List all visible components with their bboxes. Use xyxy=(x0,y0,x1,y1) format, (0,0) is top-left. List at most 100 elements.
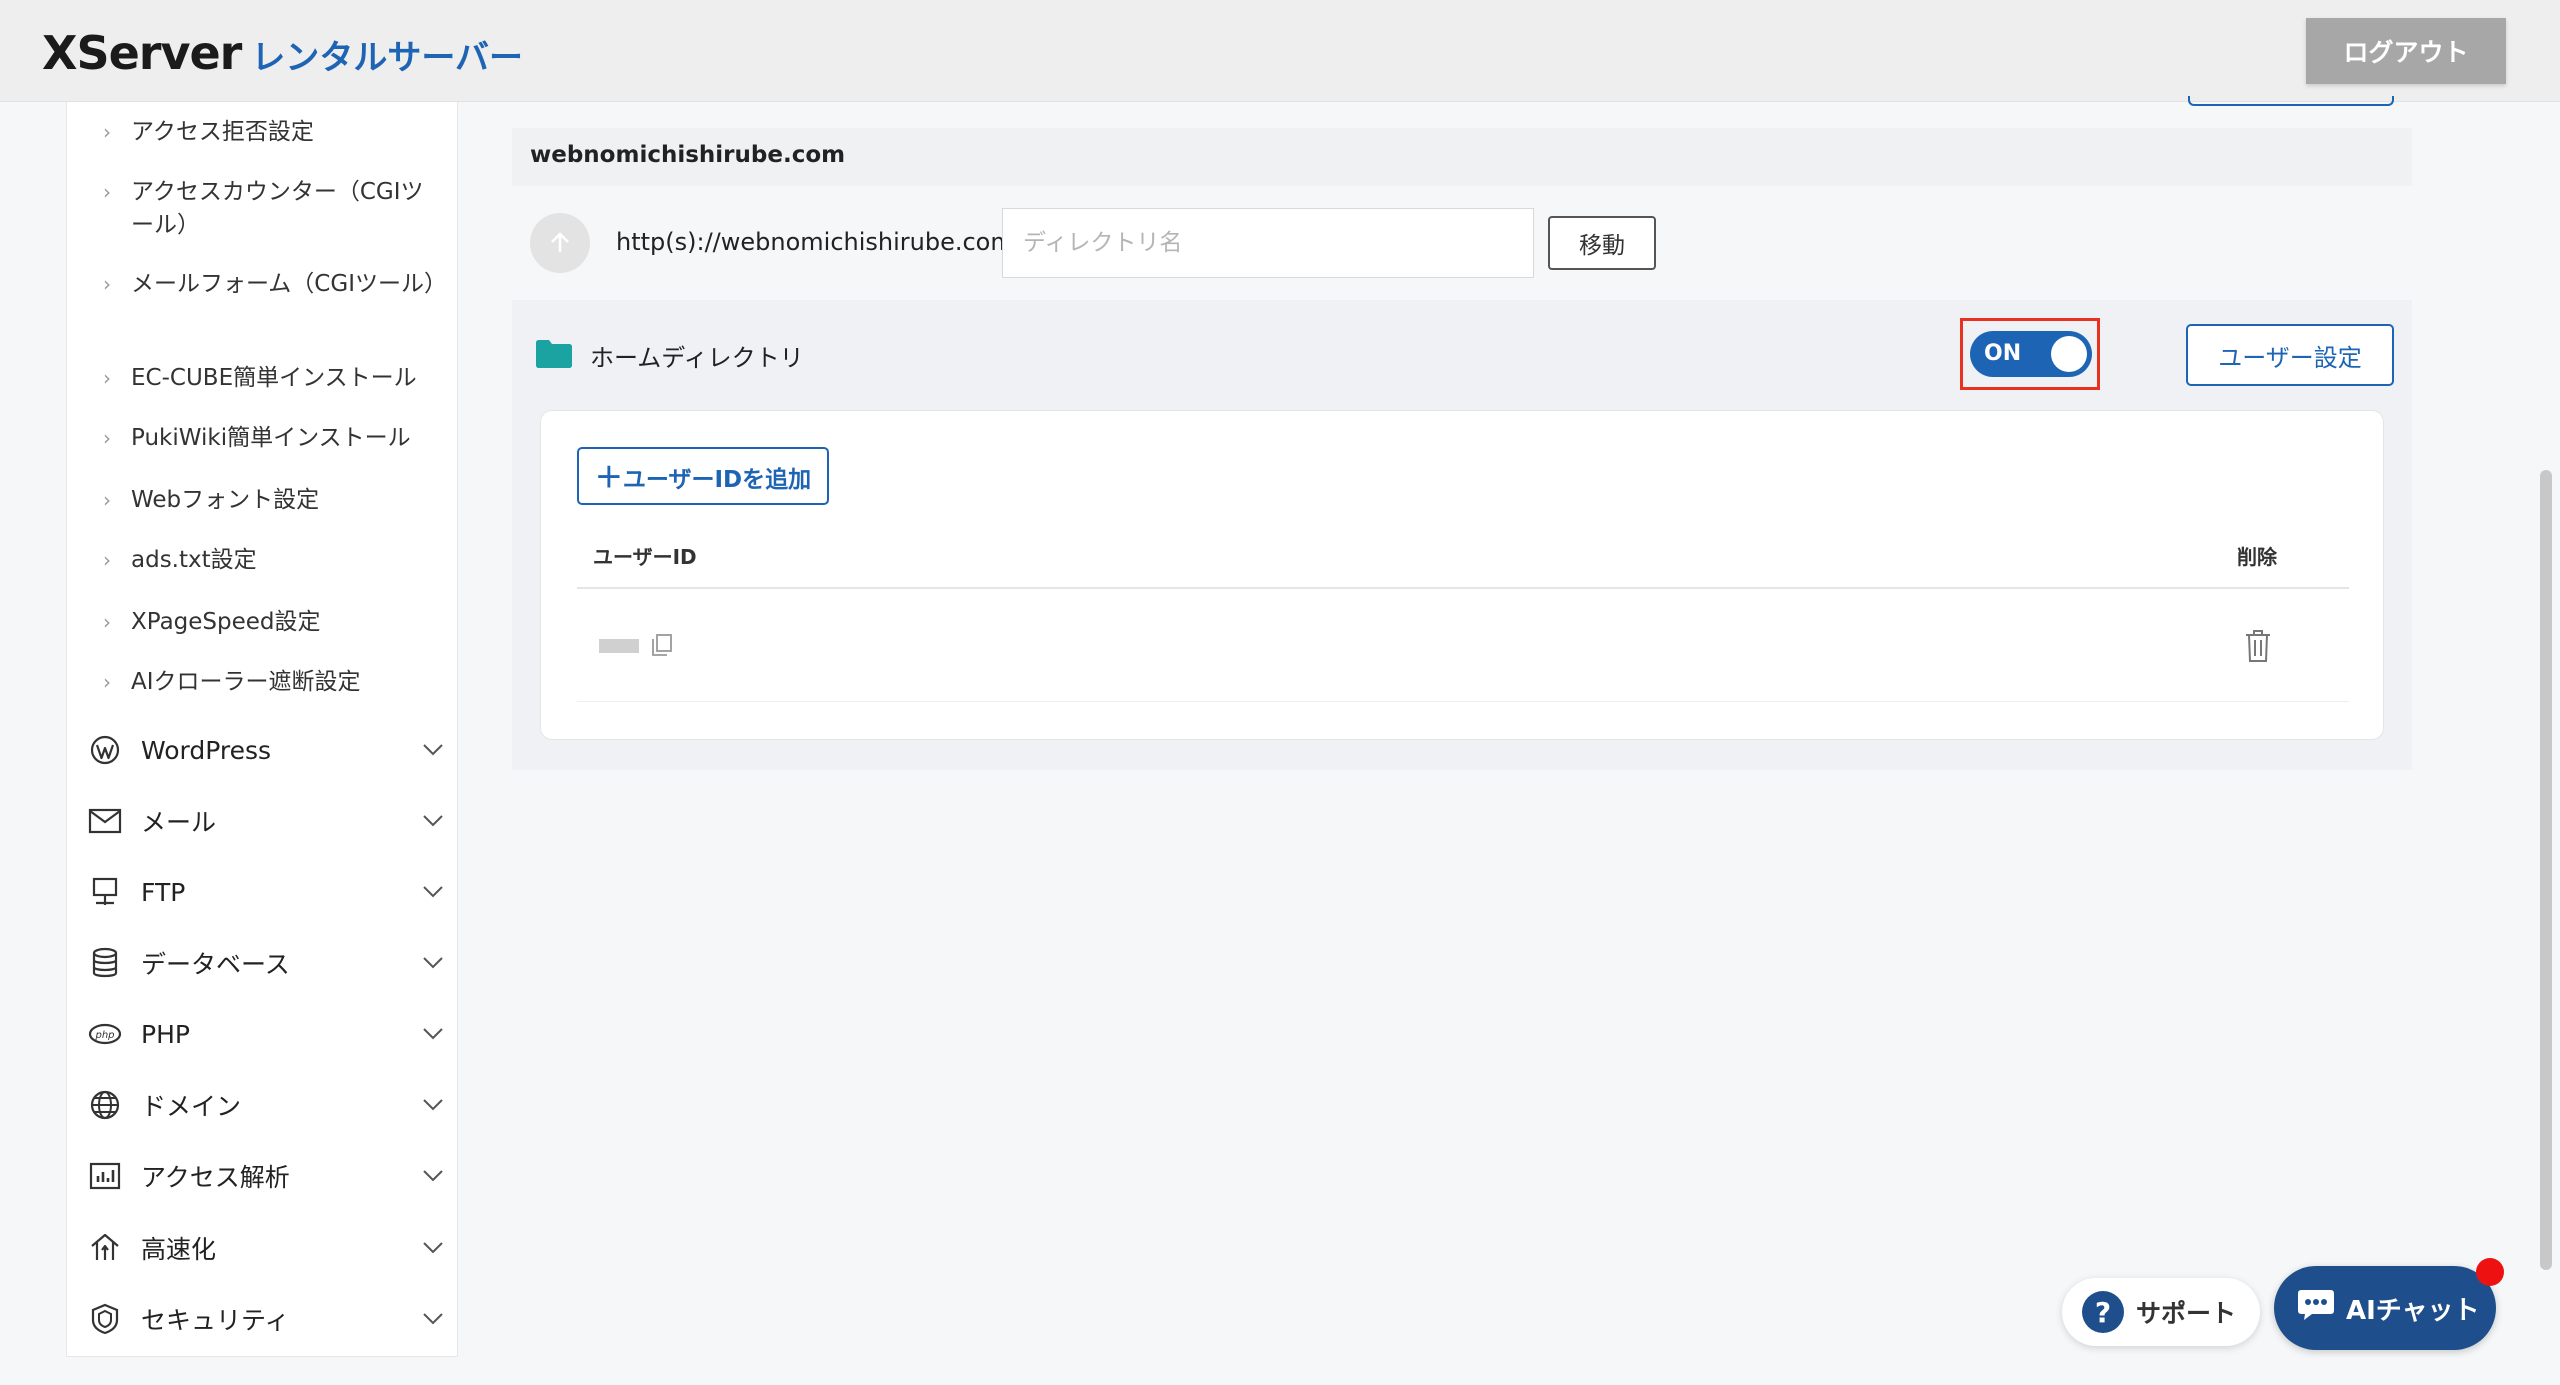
user-id-card: ＋ユーザーIDを追加 ユーザーID 削除 xyxy=(540,410,2384,740)
sidebar-item-label: アクセス拒否設定 xyxy=(131,119,314,145)
logo-sub: レンタルサーバー xyxy=(251,38,524,78)
sidebar-section-ftp[interactable]: FTP xyxy=(87,864,447,920)
sidebar-item-label: XPageSpeed設定 xyxy=(131,609,321,635)
sidebar-item-xpagespeed[interactable]: › XPageSpeed設定 xyxy=(103,606,443,639)
ftp-icon xyxy=(87,874,123,910)
chevron-right-icon: › xyxy=(103,180,111,204)
copy-icon[interactable] xyxy=(651,633,673,661)
ai-chat-label: AIチャット xyxy=(2346,1295,2480,1326)
sidebar-item-label: EC-CUBE簡単インストール xyxy=(131,365,417,391)
table-row-divider xyxy=(577,701,2349,702)
domain-bar: webnomichishirube.com xyxy=(512,128,2412,186)
sidebar-section-label: 高速化 xyxy=(141,1235,217,1264)
sidebar-section-domain[interactable]: ドメイン xyxy=(87,1077,447,1133)
sidebar-section-label: PHP xyxy=(141,1019,190,1049)
parent-directory-button[interactable] xyxy=(530,213,590,273)
php-icon: php xyxy=(87,1016,123,1052)
domain-name: webnomichishirube.com xyxy=(530,142,846,168)
sidebar-item-ai-crawler[interactable]: › AIクローラー遮断設定 xyxy=(103,666,443,699)
sidebar-section-wordpress[interactable]: WordPress xyxy=(87,722,447,778)
toggle-highlight: ON xyxy=(1960,318,2100,390)
chevron-right-icon: › xyxy=(103,548,111,572)
globe-icon xyxy=(87,1087,123,1123)
chevron-right-icon: › xyxy=(103,488,111,512)
chevron-down-icon xyxy=(419,949,447,977)
column-header-user-id: ユーザーID xyxy=(593,545,697,569)
speed-icon xyxy=(87,1230,123,1266)
notification-dot xyxy=(2476,1258,2504,1286)
sidebar-item-access-counter[interactable]: › アクセスカウンター（CGIツール） xyxy=(103,176,443,242)
access-toggle-switch[interactable]: ON xyxy=(1970,331,2092,377)
sidebar-section-access-analytics[interactable]: アクセス解析 xyxy=(87,1148,447,1204)
chevron-down-icon xyxy=(419,878,447,906)
shield-icon xyxy=(87,1301,123,1337)
sidebar-section-label: FTP xyxy=(141,877,186,907)
page-scrollbar[interactable] xyxy=(2540,470,2552,1270)
chevron-down-icon xyxy=(419,1020,447,1048)
user-settings-button[interactable]: ユーザー設定 xyxy=(2186,324,2394,386)
svg-text:php: php xyxy=(94,1030,114,1041)
chevron-down-icon xyxy=(419,1091,447,1119)
chevron-down-icon xyxy=(419,807,447,835)
chevron-down-icon xyxy=(419,1234,447,1262)
sidebar-section-mail[interactable]: メール xyxy=(87,793,447,849)
sidebar-section-security[interactable]: セキュリティ xyxy=(87,1291,447,1347)
sidebar-section-label: メール xyxy=(141,808,217,837)
partial-button-edge[interactable] xyxy=(2188,96,2394,106)
arrow-up-icon xyxy=(551,232,569,252)
sidebar-item-webfont[interactable]: › Webフォント設定 xyxy=(103,484,443,517)
column-header-delete: 削除 xyxy=(2237,545,2277,569)
toggle-state-label: ON xyxy=(1984,341,2022,366)
sidebar-item-label: Webフォント設定 xyxy=(131,487,320,513)
home-directory-label: ホームディレクトリ xyxy=(590,344,804,372)
home-directory-panel: ホームディレクトリ ON ユーザー設定 ＋ユーザーIDを追加 ユーザーID 削除 xyxy=(512,300,2412,770)
chevron-right-icon: › xyxy=(103,366,111,390)
folder-icon xyxy=(536,340,572,372)
logo[interactable]: XServer レンタルサーバー xyxy=(42,26,523,80)
add-user-id-label: ユーザーIDを追加 xyxy=(622,467,812,493)
move-button[interactable]: 移動 xyxy=(1548,216,1656,270)
sidebar-item-pukiwiki[interactable]: › PukiWiki簡単インストール xyxy=(103,422,443,455)
plus-icon: ＋ xyxy=(594,461,623,494)
sidebar-section-label: ドメイン xyxy=(141,1092,242,1121)
sidebar-item-ads-txt[interactable]: › ads.txt設定 xyxy=(103,544,443,577)
sidebar: › アクセス拒否設定 › アクセスカウンター（CGIツール） › メールフォーム… xyxy=(66,102,458,1357)
trash-icon[interactable] xyxy=(2243,629,2273,667)
sidebar-section-php[interactable]: php PHP xyxy=(87,1006,447,1062)
url-prefix: http(s)://webnomichishirube.com/ xyxy=(616,228,1022,256)
mail-icon xyxy=(87,803,123,839)
sidebar-item-label: ads.txt設定 xyxy=(131,547,257,573)
sidebar-item-ec-cube[interactable]: › EC-CUBE簡単インストール xyxy=(103,362,443,395)
support-label: サポート xyxy=(2136,1299,2237,1328)
sidebar-item-access-deny[interactable]: › アクセス拒否設定 xyxy=(103,116,443,149)
sidebar-item-label: AIクローラー遮断設定 xyxy=(131,669,361,695)
question-icon: ? xyxy=(2082,1291,2124,1333)
chevron-right-icon: › xyxy=(103,670,111,694)
sidebar-section-label: アクセス解析 xyxy=(141,1163,290,1192)
sidebar-item-label: PukiWiki簡単インストール xyxy=(131,425,411,451)
sidebar-section-label: データベース xyxy=(141,950,290,979)
table-header-divider xyxy=(577,587,2349,589)
chart-icon xyxy=(87,1158,123,1194)
sidebar-item-label: アクセスカウンター（CGIツール） xyxy=(131,179,424,238)
chat-bubble-icon xyxy=(2296,1288,2336,1329)
support-button[interactable]: ? サポート xyxy=(2062,1278,2260,1346)
chevron-right-icon: › xyxy=(103,120,111,144)
ai-chat-button[interactable]: AIチャット xyxy=(2274,1266,2496,1350)
sidebar-section-label: WordPress xyxy=(141,735,272,765)
chevron-right-icon: › xyxy=(103,272,111,296)
wordpress-icon xyxy=(87,732,123,768)
chevron-down-icon xyxy=(419,1305,447,1333)
directory-name-input[interactable] xyxy=(1002,208,1534,278)
sidebar-section-label: セキュリティ xyxy=(141,1306,290,1335)
sidebar-section-database[interactable]: データベース xyxy=(87,935,447,991)
logout-button[interactable]: ログアウト xyxy=(2306,18,2506,84)
chevron-right-icon: › xyxy=(103,610,111,634)
sidebar-section-speed[interactable]: 高速化 xyxy=(87,1220,447,1276)
chevron-down-icon xyxy=(419,1162,447,1190)
database-icon xyxy=(87,945,123,981)
add-user-id-button[interactable]: ＋ユーザーIDを追加 xyxy=(577,447,829,505)
masked-user-id xyxy=(599,639,639,653)
sidebar-item-label: メールフォーム（CGIツール） xyxy=(131,271,447,297)
sidebar-item-mail-form[interactable]: › メールフォーム（CGIツール） xyxy=(103,268,447,301)
